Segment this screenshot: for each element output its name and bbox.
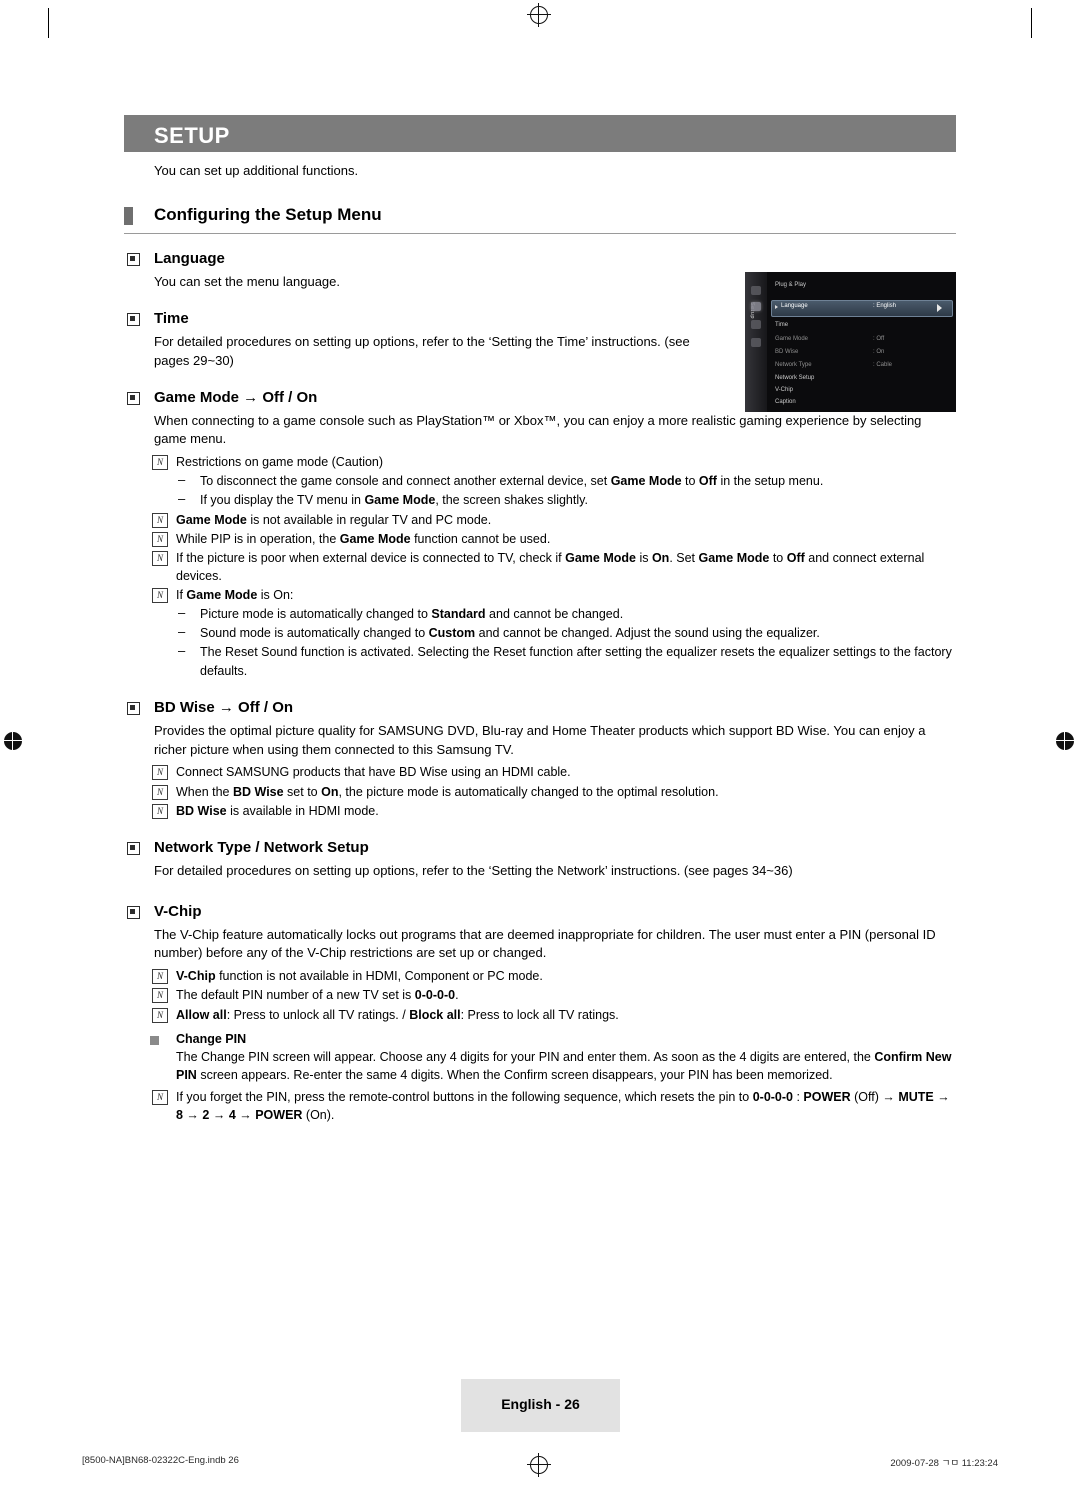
bdwise-note-3: N BD Wise is available in HDMI mode. — [152, 802, 956, 820]
note-icon: N — [152, 455, 168, 471]
gamemode-body: When connecting to a game console such a… — [154, 412, 922, 447]
change-pin-heading: Change PIN — [150, 1031, 956, 1046]
vchip-note-3: N Allow all: Press to unlock all TV ratin… — [152, 1006, 956, 1024]
bullet-icon — [127, 905, 140, 919]
crop-mark-left — [48, 8, 49, 38]
note-icon: N — [152, 588, 168, 604]
language-body: You can set the menu language. — [154, 274, 340, 289]
subsection-gamemode-heading: Game Mode → Off / On — [127, 388, 956, 406]
footer-timestamp: 2009-07-28 ㄱㅁ 11:23:24 — [890, 1458, 998, 1469]
section-rule — [124, 233, 956, 234]
gamemode-note-4: N If the picture is poor when external de… — [152, 549, 956, 585]
bdwise-body: Provides the optimal picture quality for… — [154, 722, 926, 757]
note-icon: N — [152, 765, 168, 781]
subsection-network-heading: Network Type / Network Setup — [127, 838, 956, 856]
note-icon: N — [152, 531, 168, 547]
subsection-gamemode-title: Game Mode → Off / On — [154, 388, 318, 406]
registration-mark-right — [1053, 729, 1077, 753]
subsection-network-title: Network Type / Network Setup — [154, 838, 369, 856]
document-page: SETUP You can set up additional function… — [0, 0, 1080, 1488]
square-bullet-icon — [150, 1035, 159, 1045]
bdwise-note-1: N Connect SAMSUNG products that have BD W… — [152, 763, 956, 781]
setup-header-bar: SETUP — [124, 115, 956, 152]
bullet-icon — [127, 701, 140, 715]
vchip-note-1: N V-Chip function is not available in HDM… — [152, 967, 956, 985]
subsection-time-heading: Time — [127, 309, 956, 327]
subsection-bdwise-title: BD Wise → Off / On — [154, 698, 294, 716]
registration-mark-bottom — [527, 1453, 551, 1477]
note-icon: N — [152, 550, 168, 566]
note-icon: N — [152, 1007, 168, 1023]
bullet-icon — [127, 841, 140, 855]
bullet-icon — [127, 253, 140, 266]
section-marker — [124, 207, 133, 225]
note-icon: N — [152, 1089, 168, 1105]
gamemode-note-3: N While PIP is in operation, the Game Mod… — [152, 530, 956, 548]
vchip-note-2: N The default PIN number of a new TV set … — [152, 986, 956, 1004]
dash-icon: – — [178, 605, 186, 621]
subsection-vchip-heading: V-Chip — [127, 902, 956, 920]
time-body: For detailed procedures on setting up op… — [154, 333, 690, 368]
page-number-box: English - 26 — [461, 1379, 620, 1432]
gamemode-dash-4: – Sound mode is automatically changed to … — [178, 624, 820, 641]
note-icon: N — [152, 803, 168, 819]
footer-file-name: [8500-NA]BN68-02322C-Eng.indb 26 — [82, 1455, 239, 1466]
bdwise-note-2: N When the BD Wise set to On, the picture… — [152, 783, 956, 801]
subsection-vchip-title: V-Chip — [154, 902, 202, 920]
vchip-body: The V-Chip feature automatically locks o… — [154, 926, 936, 961]
gamemode-dash-5: – The Reset Sound function is activated. … — [178, 643, 952, 678]
change-pin-title: Change PIN — [176, 1031, 247, 1046]
document-body: Language You can set the menu language. … — [124, 250, 956, 1125]
gamemode-note-1: N Restrictions on game mode (Caution) — [152, 453, 956, 471]
registration-mark-top — [527, 3, 551, 27]
page-title: SETUP — [154, 123, 230, 148]
dash-icon: – — [178, 491, 186, 507]
subsection-time-title: Time — [154, 309, 189, 327]
intro-text: You can set up additional functions. — [154, 163, 359, 178]
subsection-language-title: Language — [154, 250, 225, 267]
subsection-bdwise-heading: BD Wise → Off / On — [127, 698, 956, 716]
subsection-language-heading: Language — [127, 250, 956, 267]
page-number-label: English - 26 — [501, 1396, 580, 1412]
gamemode-dash-3: – Picture mode is automatically changed t… — [178, 605, 624, 622]
gamemode-dash-2: – If you display the TV menu in Game Mode… — [178, 491, 588, 508]
gamemode-note-5: N If Game Mode is On: — [152, 586, 956, 604]
bullet-icon — [127, 391, 140, 405]
crop-mark-right — [1031, 8, 1032, 38]
network-body: For detailed procedures on setting up op… — [154, 862, 793, 878]
section-title: Configuring the Setup Menu — [154, 205, 382, 224]
registration-mark-left — [1, 729, 25, 753]
bullet-icon — [127, 312, 140, 326]
vchip-note-4: N If you forget the PIN, press the remote… — [152, 1088, 956, 1124]
note-icon: N — [152, 988, 168, 1004]
gamemode-dash-1: – To disconnect the game console and conn… — [178, 472, 824, 489]
dash-icon: – — [178, 472, 186, 488]
dash-icon: – — [178, 643, 186, 659]
note-icon: N — [152, 969, 168, 985]
gamemode-note-2: N Game Mode is not available in regular T… — [152, 511, 956, 529]
note-icon: N — [152, 512, 168, 528]
change-pin-body: The Change PIN screen will appear. Choos… — [176, 1049, 952, 1082]
note-icon: N — [152, 784, 168, 800]
dash-icon: – — [178, 624, 186, 640]
